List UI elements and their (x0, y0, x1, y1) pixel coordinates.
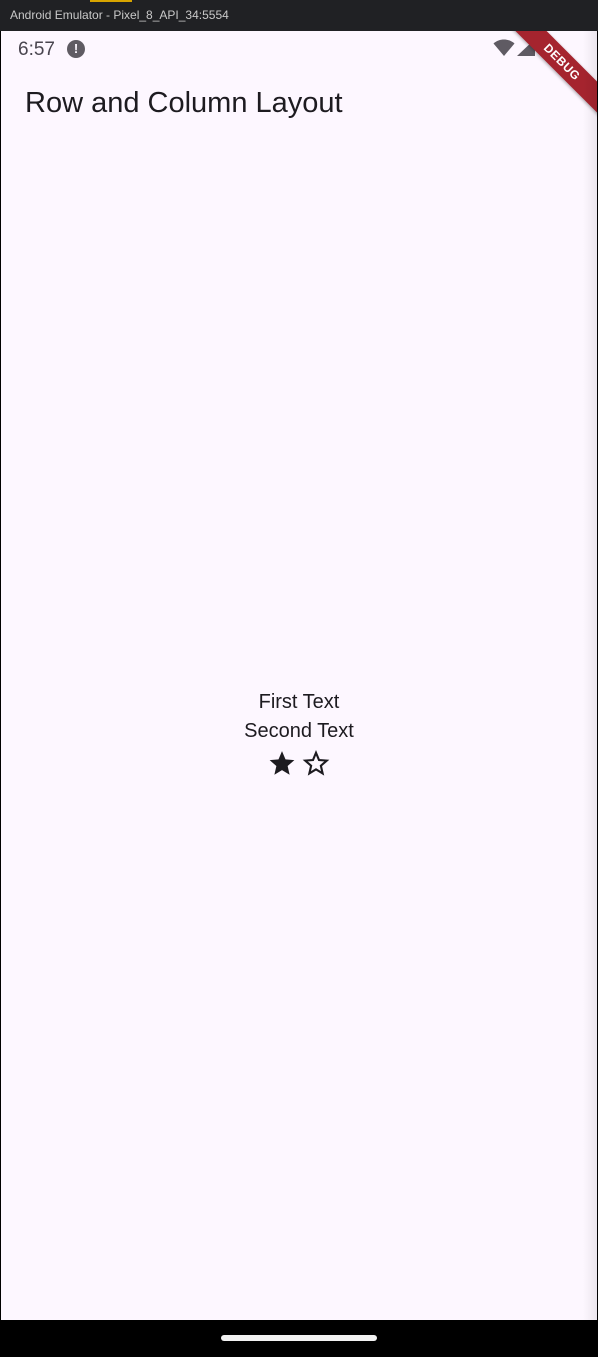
second-text: Second Text (244, 720, 354, 742)
status-time: 6:57 (18, 39, 55, 60)
emulator-title-bar: Android Emulator - Pixel_8_API_34:5554 (0, 0, 598, 31)
alert-icon: ! (67, 40, 85, 58)
app-bar: Row and Column Layout (1, 67, 597, 147)
star-outline-icon (302, 749, 330, 776)
emulator-window: Android Emulator - Pixel_8_API_34:5554 6… (0, 0, 598, 1357)
window-title: Android Emulator - Pixel_8_API_34:5554 (10, 8, 229, 22)
wifi-icon (493, 39, 515, 56)
title-bar-accent (90, 0, 132, 2)
home-gesture-handle[interactable] (221, 1335, 377, 1341)
star-row (1, 748, 597, 782)
navigation-bar (0, 1320, 598, 1357)
content-column: First Text Second Text (1, 688, 597, 782)
device-screen: 6:57 ! DEBUG Row and Column Layout First… (1, 31, 597, 1320)
app-bar-title: Row and Column Layout (25, 87, 343, 119)
first-text: First Text (258, 691, 340, 713)
status-bar: 6:57 ! (1, 31, 597, 67)
screen-edge-shadow (583, 31, 597, 1320)
star-filled-icon (269, 751, 295, 775)
